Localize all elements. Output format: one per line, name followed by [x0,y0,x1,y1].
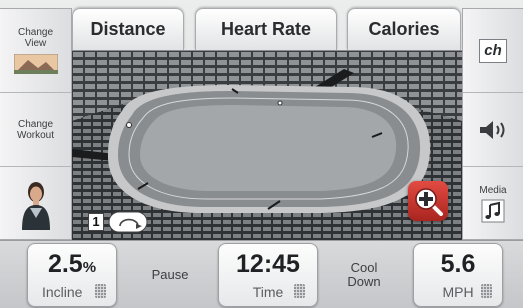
tab-heart-rate[interactable]: Heart Rate [195,8,337,50]
change-view-label: Change View [17,27,54,49]
tab-heart-rate-label: Heart Rate [220,19,312,39]
tab-distance[interactable]: Distance [72,8,184,50]
tab-calories[interactable]: Calories [347,8,461,50]
ch-channel-button[interactable]: ch [463,9,523,93]
zoom-button[interactable] [408,181,448,221]
speed-display[interactable]: 5.6 MPH [413,243,503,307]
cool-down-button[interactable]: Cool Down [320,255,408,295]
ch-logo: ch [479,38,507,63]
change-workout-label: Change Workout [16,118,55,141]
volume-button[interactable] [463,93,523,167]
lap-counter: 1 [88,211,148,233]
stadium-track-view: 1 [72,50,462,240]
keypad-icon [95,284,106,298]
left-panel: Change View Change Workout [0,8,72,240]
incline-display[interactable]: 2.5% Incline [27,243,117,307]
keypad-icon [481,284,492,298]
lap-count: 1 [88,213,104,231]
pause-label: Pause [151,267,189,282]
landscape-icon [13,54,58,74]
cool-down-line1: Cool [350,260,378,275]
lap-loop-icon [108,211,148,233]
cool-down-line2: Down [347,274,381,289]
music-note-icon [481,199,505,223]
trainer-avatar-button[interactable] [0,167,71,241]
time-value: 12:45 [236,250,300,278]
time-display[interactable]: 12:45 Time [218,243,318,307]
media-label: Media [479,185,507,196]
control-bar: 2.5% Incline Pause 12:45 Time Cool Down … [0,240,523,308]
incline-value: 2.5% [47,250,97,278]
right-panel: ch Media [462,8,523,240]
tab-calories-label: Calories [368,19,440,39]
zoom-in-icon [415,188,443,216]
avatar [21,182,50,230]
keypad-icon [294,284,305,298]
change-workout-button[interactable]: Change Workout [0,93,71,167]
pause-button[interactable]: Pause [125,255,215,295]
change-view-button[interactable]: Change View [0,9,71,93]
speaker-volume-icon [480,120,505,139]
media-button[interactable]: Media [463,167,523,241]
tab-distance-label: Distance [90,19,166,39]
speed-value: 5.6 [440,250,476,278]
treadmill-console: Distance Heart Rate Calories Change View… [0,0,523,308]
